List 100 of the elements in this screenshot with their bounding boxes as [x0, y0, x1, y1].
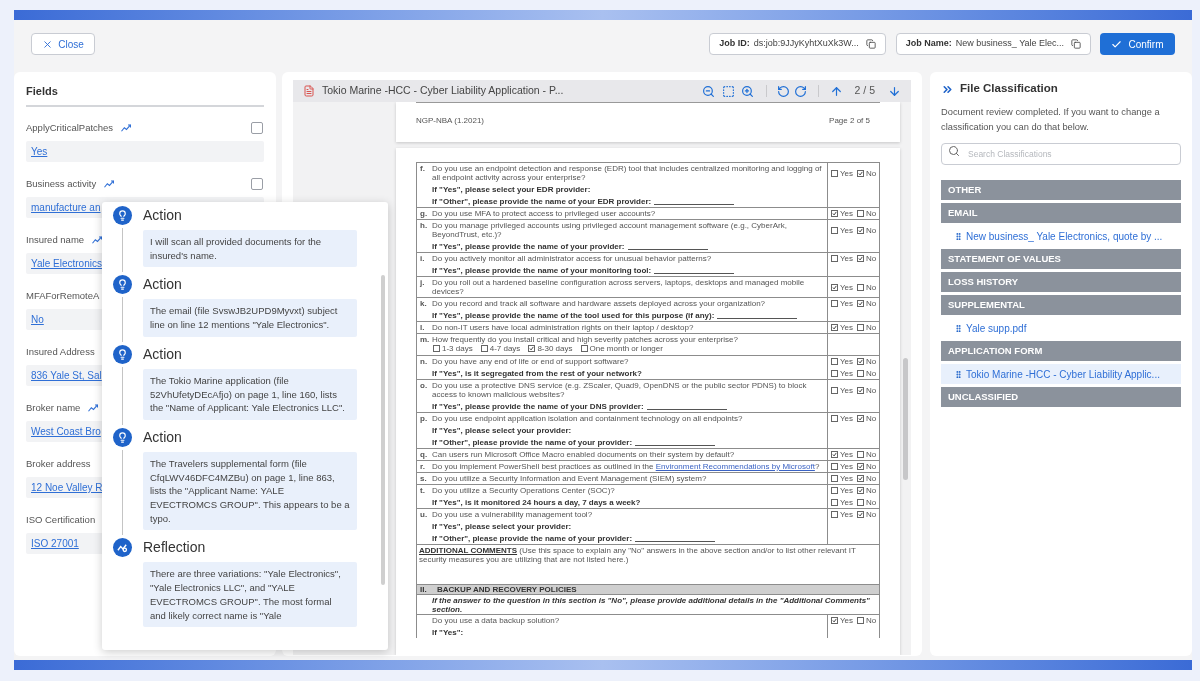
- option-label: No: [866, 254, 877, 263]
- step-title: Action: [143, 344, 183, 363]
- option-label: Yes: [840, 498, 854, 507]
- field-label: MFAForRemoteA: [26, 288, 100, 303]
- question-letter: t.: [420, 486, 425, 495]
- question-text: Do you use MFA to protect access to privileged user accounts?: [432, 209, 657, 218]
- option-label: 4-7 days: [489, 344, 521, 353]
- page-indicator: 2 / 5: [854, 83, 875, 99]
- followup-text: If "Other", please provide the name of your provider:: [432, 534, 633, 543]
- option-label: No: [866, 498, 877, 507]
- question-text: Can users run Microsoft Office Macro enabled documents on their system by default?: [432, 450, 736, 459]
- option-label: 1-3 days: [442, 344, 473, 353]
- option-label: No: [866, 616, 877, 625]
- question-text: Do you actively monitor all administrator access for unusual behavior patterns?: [432, 254, 713, 263]
- option-label: Yes: [840, 282, 854, 292]
- step-text: The Travelers supplemental form (file CfqLWV46DFC4MZBu) on page 1, line 863, lists the "Applicant Name: YALE EVECTROMCS GROUP". This appears to be a typo.: [143, 451, 357, 531]
- question-text: Do you have any end of life or end of support software?: [432, 357, 630, 366]
- question-letter: n.: [420, 357, 428, 366]
- question-text: Do you use endpoint application isolation and containment technology on all endpoints?: [432, 414, 744, 423]
- option-label: No: [866, 385, 877, 395]
- option-label: Yes: [840, 450, 854, 459]
- option-label: No: [866, 450, 877, 459]
- panel-description: Document review completed. If you want to change a classification you can do that below.: [941, 106, 1161, 134]
- option-label: No: [866, 209, 877, 218]
- question-text: Do you roll out a hardened baseline configuration across servers, laptops, desktops and managed mobile devices?: [432, 278, 806, 296]
- category-header: EMAIL: [941, 203, 1181, 223]
- option-label: No: [866, 323, 877, 332]
- option-label: Yes: [840, 510, 854, 519]
- question-letter: j.: [420, 278, 425, 287]
- option-label: Yes: [840, 254, 854, 263]
- question-text: Do you use an endpoint detection and response (EDR) tool that includes centralized monitoring and logging of all endpoint activity across your enterprise?: [432, 164, 823, 182]
- field-label: ApplyCriticalPatches: [26, 120, 114, 135]
- followup-text: If "Yes", please select your EDR provider:: [432, 185, 591, 194]
- section-number: II.: [419, 585, 428, 594]
- question-text: Do you use a data backup solution?: [432, 616, 561, 625]
- option-label: No: [866, 369, 877, 378]
- option-label: Yes: [840, 616, 854, 625]
- option-label: No: [866, 474, 877, 483]
- question-text: Do non-IT users have local administration rights on their laptop / desktop?: [432, 323, 695, 332]
- option-label: Yes: [840, 357, 854, 366]
- question-letter: h.: [420, 221, 428, 230]
- category-header: OTHER: [941, 180, 1181, 200]
- option-label: Yes: [840, 323, 854, 332]
- followup-text: If "Yes":: [432, 628, 464, 637]
- option-label: Yes: [840, 385, 854, 395]
- question-text: Do you implement PowerShell best practices as outlined in the Environment Recommendations by Microsoft?: [432, 462, 821, 471]
- field-label: Broker name: [26, 400, 81, 415]
- page-number: Page 2 of 5: [829, 115, 870, 127]
- option-label: No: [866, 299, 877, 308]
- question-letter: l.: [420, 323, 425, 332]
- field-label: Insured name: [26, 232, 85, 247]
- field-label: Business activity: [26, 176, 97, 191]
- option-label: No: [866, 282, 877, 292]
- field-label: ISO Certification: [26, 512, 96, 527]
- followup-text: If "Yes", please provide the name of your provider:: [432, 242, 625, 251]
- step-title: Action: [143, 427, 183, 446]
- panel-title: File Classification: [960, 81, 1058, 97]
- followup-text: If "Yes", is it monitored 24 hours a day, 7 days a week?: [432, 498, 641, 507]
- question-text: Do you use a vulnerability management tool?: [432, 510, 594, 519]
- question-letter: s.: [420, 474, 427, 483]
- option-label: No: [866, 168, 877, 178]
- question-text: Do you record and track all software and hardware assets deployed across your organization?: [432, 299, 767, 308]
- panel-title: Fields: [26, 84, 59, 98]
- question-letter: o.: [420, 381, 428, 390]
- option-label: Yes: [840, 209, 854, 218]
- option-label: No: [866, 357, 877, 366]
- question-text: How frequently do you install critical and high severity patches across your enterprise?: [432, 335, 739, 344]
- option-label: Yes: [840, 225, 854, 235]
- question-letter: u.: [420, 510, 428, 519]
- followup-text: If "Other", please provide the name of your provider:: [432, 438, 633, 447]
- question-letter: f.: [420, 164, 425, 173]
- question-letter: r.: [420, 462, 425, 471]
- option-label: No: [866, 414, 877, 423]
- option-label: 8-30 days: [537, 344, 573, 353]
- option-label: One month or longer: [589, 344, 663, 353]
- option-label: Yes: [840, 369, 854, 378]
- followup-text: If "Yes", please provide the name of the tool used for this purpose (if any):: [432, 311, 715, 320]
- option-label: Yes: [840, 462, 854, 471]
- option-label: Yes: [840, 299, 854, 308]
- step-title: Action: [143, 275, 183, 294]
- step-text: There are three variations: "Yale Electronics", "Yale Electronics LLC", and "YALE EVECTROMCS GROUP". The most formal and likely correct name is "Yale: [143, 562, 357, 628]
- option-label: No: [866, 462, 877, 471]
- field-label: Broker address: [26, 456, 91, 471]
- option-label: No: [866, 510, 877, 519]
- document-title: Tokio Marine -HCC - Cyber Liability Application - P...: [322, 83, 564, 99]
- category-header: UNCLASSIFIED: [941, 387, 1181, 407]
- question-text: Do you use a protective DNS service (e.g. ZScaler, Quad9, OpenDNS or the public sector PDNS) to block access to known malicious websites?: [432, 381, 808, 399]
- category-header: STATEMENT OF VALUES: [941, 249, 1181, 269]
- category-header: APPLICATION FORM: [941, 341, 1181, 361]
- comments-text: ADDITIONAL COMMENTS (Use this space to explain any "No" answers in the above section and/or to list other relevant IT security measures you are utilizing that are not listed here.): [419, 546, 857, 564]
- question-letter: k.: [420, 299, 427, 308]
- question-letter: q.: [420, 450, 428, 459]
- question-letter: m.: [420, 335, 430, 344]
- category-header: SUPPLEMENTAL: [941, 295, 1181, 315]
- step-title: Action: [143, 206, 183, 224]
- section-title: BACKUP AND RECOVERY POLICIES: [437, 585, 577, 594]
- section-note: If the answer to the question in this section is "No", please provide additional details in the "Additional Comments" section.: [432, 595, 871, 614]
- step-title: Reflection: [143, 538, 207, 557]
- question-letter: p.: [420, 414, 428, 423]
- option-label: Yes: [840, 486, 854, 495]
